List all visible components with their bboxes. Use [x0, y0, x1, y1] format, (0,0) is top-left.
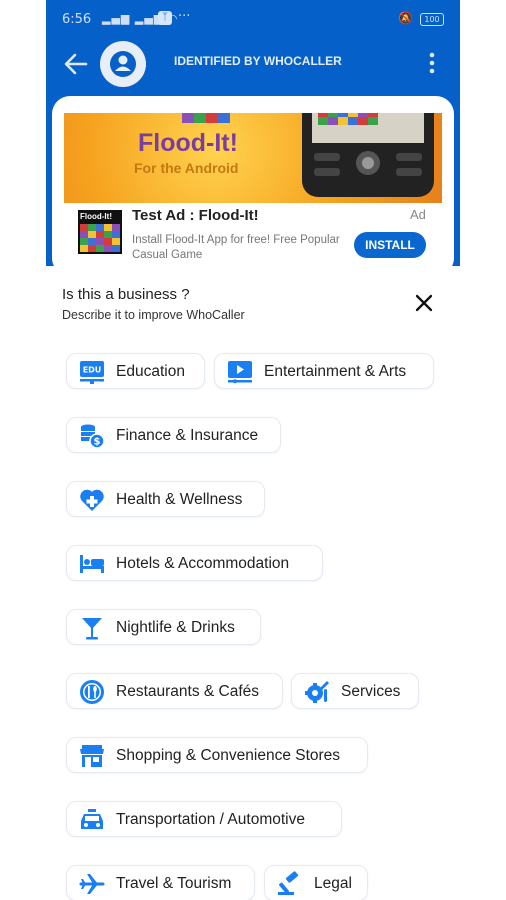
install-button[interactable]: INSTALL [354, 232, 426, 258]
ad-description: Install Flood-It App for free! Free Popu… [132, 234, 340, 261]
category-label: Legal [314, 875, 352, 892]
back-arrow-icon[interactable] [62, 50, 90, 78]
category-label: Services [341, 683, 401, 700]
svg-text:EDU: EDU [83, 366, 102, 375]
edu-icon: EDU [80, 361, 104, 384]
business-category-sheet: Is this a business ? Describe it to impr… [46, 266, 460, 900]
category-label: Travel & Tourism [116, 875, 232, 892]
category-chip-education[interactable]: EDU Education [66, 353, 205, 389]
category-label: Entertainment & Arts [264, 363, 407, 380]
phone-device-icon [302, 113, 434, 197]
caller-id-label: IDENTIFIED BY WHOCALLER [174, 54, 342, 68]
category-chip-transportation[interactable]: Transportation / Automotive [66, 801, 342, 837]
category-chip-restaurants[interactable]: Restaurants & Cafés [66, 673, 283, 709]
ad-banner-title: Flood-It! [138, 129, 238, 157]
status-time: 6:56 [62, 12, 92, 27]
ad-banner[interactable]: Flood-It! For the Android [64, 113, 442, 203]
category-label: Education [116, 363, 185, 380]
mute-icon: 🔕 [398, 11, 413, 25]
ad-info-row[interactable]: Flood-It! Test Ad : Flood-It! Ad Install… [64, 204, 442, 266]
sheet-subtitle: Describe it to improve WhoCaller [62, 308, 245, 322]
tools-icon [305, 681, 329, 703]
more-notifications-icon: ··· [178, 9, 191, 24]
close-icon[interactable] [414, 293, 434, 313]
ad-badge: Ad [410, 207, 426, 222]
category-label: Finance & Insurance [116, 427, 259, 444]
category-label: Shopping & Convenience Stores [116, 747, 341, 764]
svg-text:$: $ [94, 437, 101, 448]
category-chip-finance[interactable]: $ Finance & Insurance [66, 417, 281, 453]
sheet-title: Is this a business ? [62, 286, 190, 303]
category-chip-nightlife[interactable]: Nightlife & Drinks [66, 609, 261, 645]
category-chip-health[interactable]: Health & Wellness [66, 481, 265, 517]
category-label: Hotels & Accommodation [116, 555, 290, 572]
play-icon [228, 361, 252, 384]
category-chip-travel[interactable]: Travel & Tourism [66, 865, 255, 900]
category-chip-legal[interactable]: Legal [264, 865, 368, 900]
category-chip-shopping[interactable]: Shopping & Convenience Stores [66, 737, 368, 773]
ad-thumbnail: Flood-It! [78, 210, 122, 254]
coins-icon: $ [81, 424, 105, 449]
category-chip-services[interactable]: Services [291, 673, 419, 709]
airplane-icon [79, 874, 105, 894]
category-label: Restaurants & Cafés [116, 683, 260, 700]
category-label: Transportation / Automotive [116, 811, 305, 828]
app-header: IDENTIFIED BY WHOCALLER [46, 40, 460, 100]
cocktail-icon [82, 618, 102, 640]
avatar [100, 41, 146, 87]
category-chip-entertainment[interactable]: Entertainment & Arts [214, 353, 434, 389]
status-bar: 6:56 ▂▄▆ ▂▄▆ ◠ ᛉ ··· 🔕 100 [46, 0, 460, 40]
ad-thumbnail-label: Flood-It! [80, 212, 112, 221]
bed-icon [80, 555, 104, 573]
utensils-icon [80, 680, 104, 704]
ad-banner-subtitle: For the Android [134, 160, 239, 176]
taxi-icon [81, 809, 103, 829]
mosaic-icon [80, 224, 120, 252]
store-icon [80, 745, 104, 767]
gavel-icon [278, 871, 299, 895]
more-options-icon[interactable] [422, 50, 442, 76]
phone-screen: 6:56 ▂▄▆ ▂▄▆ ◠ ᛉ ··· 🔕 100 IDENTIFIED BY… [46, 0, 460, 900]
category-label: Health & Wellness [116, 491, 243, 508]
category-label: Nightlife & Drinks [116, 619, 235, 636]
heart-plus-icon [80, 489, 104, 511]
person-icon [110, 51, 136, 77]
battery-icon: 100 [420, 13, 444, 26]
ad-title: Test Ad : Flood-It! [132, 207, 259, 224]
notification-icon: ᛉ [158, 11, 172, 25]
category-chip-hotels[interactable]: Hotels & Accommodation [66, 545, 323, 581]
